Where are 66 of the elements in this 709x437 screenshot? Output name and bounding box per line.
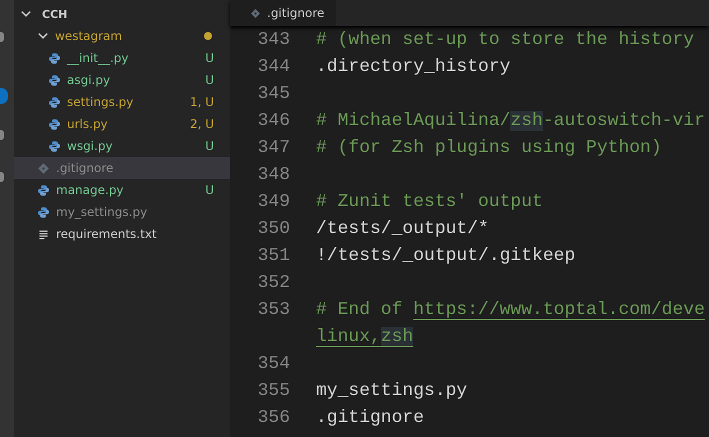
git-status: U [205, 73, 214, 87]
file-name: asgi.py [67, 73, 112, 87]
git-status: 1, U [190, 95, 214, 109]
tree-item[interactable]: wsgi.py U [14, 135, 230, 157]
activity-icon[interactable] [0, 130, 4, 140]
diamond-file-icon [250, 8, 261, 18]
tree-item[interactable]: manage.py U [14, 179, 230, 201]
code-line: # (when set-up to store the history [316, 30, 694, 50]
activity-icon[interactable] [0, 32, 4, 42]
line-number: 353 [256, 300, 290, 320]
file-name: wsgi.py [67, 139, 114, 153]
code-line: linux,zsh [316, 326, 414, 346]
folder-header[interactable]: CCH [14, 3, 230, 25]
code-line: .gitignore [316, 408, 424, 428]
file-name: urls.py [67, 117, 109, 131]
python-file-icon [37, 206, 50, 218]
line-number: 345 [256, 84, 290, 104]
tree-item[interactable]: .gitignore [14, 157, 230, 179]
line-number: 350 [256, 218, 290, 238]
activity-icon[interactable] [0, 172, 4, 182]
code-line: # MichaelAquilina/zsh-autoswitch-vir [316, 110, 705, 130]
python-file-icon [48, 96, 61, 108]
python-file-icon [48, 52, 61, 64]
code-line: .directory_history [316, 56, 510, 76]
git-status: U [205, 51, 214, 65]
file-name: settings.py [67, 95, 134, 109]
code-line: # End of https://www.toptal.com/deve [316, 300, 705, 320]
file-name: __init__.py [67, 51, 130, 65]
line-number: 344 [256, 56, 290, 76]
file-name: .gitignore [56, 161, 114, 175]
line-number: 352 [256, 272, 290, 292]
line-number: 343 [256, 30, 290, 50]
file-name: westagram [55, 29, 124, 43]
python-file-icon [48, 118, 61, 130]
code-line: # Zunit tests' output [316, 192, 543, 212]
tree-item[interactable]: __init__.py U [14, 47, 230, 69]
git-status: U [205, 183, 214, 197]
line-number: 354 [256, 354, 290, 374]
code-line: /tests/_output/* [316, 218, 489, 238]
python-file-icon [37, 184, 50, 196]
file-name: manage.py [56, 183, 125, 197]
code-line: !/tests/_output/.gitkeep [316, 246, 576, 266]
tree-item[interactable]: requirements.txt [14, 223, 230, 245]
tree-item[interactable]: westagram [14, 25, 230, 47]
git-status: U [205, 139, 214, 153]
editor-tab[interactable]: .gitignore [230, 0, 336, 26]
line-number: 349 [256, 192, 290, 212]
diamond-file-icon [37, 162, 50, 174]
python-file-icon [48, 140, 61, 152]
python-file-icon [48, 74, 61, 86]
code-line: my_settings.py [316, 380, 468, 400]
line-number: 348 [256, 164, 290, 184]
line-number: 351 [256, 246, 290, 266]
file-name: requirements.txt [56, 227, 158, 241]
text-file-icon [37, 228, 50, 240]
file-name: my_settings.py [56, 205, 148, 219]
code-line: # (for Zsh plugins using Python) [316, 138, 662, 158]
git-status: 2, U [190, 117, 214, 131]
tree-item[interactable]: asgi.py U [14, 69, 230, 91]
tree-item[interactable]: settings.py 1, U [14, 91, 230, 113]
line-number: 346 [256, 110, 290, 130]
line-number: 347 [256, 138, 290, 158]
tree-item[interactable]: urls.py 2, U [14, 113, 230, 135]
tree-item[interactable]: my_settings.py [14, 201, 230, 223]
line-number: 356 [256, 408, 290, 428]
line-number: 355 [256, 380, 290, 400]
